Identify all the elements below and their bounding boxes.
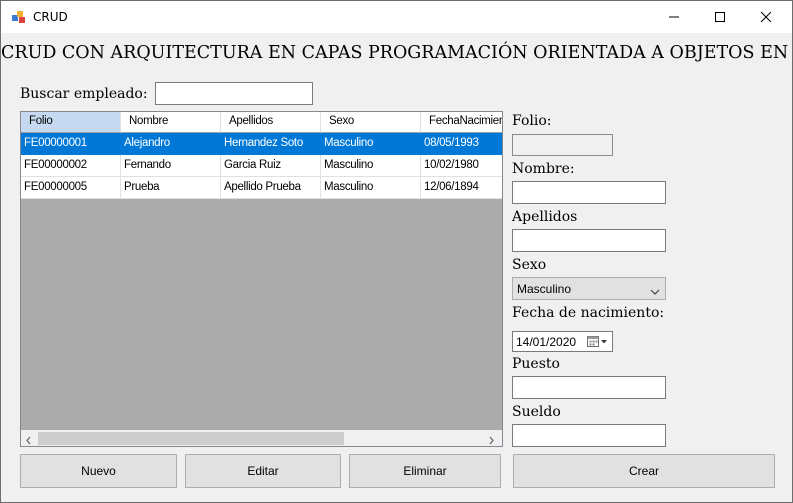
table-row[interactable]: FE00000002 Fernando Garcia Ruiz Masculin…	[21, 155, 502, 177]
crear-button[interactable]: Crear	[513, 454, 775, 488]
apellidos-label: Apellidos	[512, 209, 578, 225]
grid-header-row: Folio Nombre Apellidos Sexo FechaNacimie…	[21, 112, 502, 133]
window-title: CRUD	[33, 10, 68, 24]
maximize-button[interactable]	[697, 1, 743, 33]
cell-sexo[interactable]: Masculino	[321, 155, 421, 177]
chevron-down-icon	[650, 285, 660, 299]
cell-fecha[interactable]: 08/05/1993	[421, 133, 502, 155]
cell-fecha[interactable]: 12/06/1894	[421, 177, 502, 199]
cell-apellidos[interactable]: Hernandez Soto	[221, 133, 321, 155]
cell-folio[interactable]: FE00000002	[21, 155, 121, 177]
sexo-select-value: Masculino	[517, 282, 572, 296]
cell-folio[interactable]: FE00000001	[21, 133, 121, 155]
search-input[interactable]	[155, 82, 313, 105]
maximize-icon	[715, 12, 725, 22]
column-header-fecha[interactable]: FechaNacimiento	[421, 112, 502, 133]
scroll-left-icon[interactable]	[24, 433, 38, 445]
grid-viewport: Folio Nombre Apellidos Sexo FechaNacimie…	[21, 112, 502, 430]
calendar-dropdown-icon[interactable]	[587, 335, 609, 351]
close-icon	[760, 11, 772, 23]
sexo-select[interactable]: Masculino	[512, 277, 666, 300]
puesto-label: Puesto	[512, 356, 560, 372]
column-header-nombre[interactable]: Nombre	[121, 112, 221, 133]
cell-nombre[interactable]: Fernando	[121, 155, 221, 177]
scrollbar-thumb[interactable]	[38, 432, 344, 445]
folio-field[interactable]	[512, 134, 613, 156]
folio-label: Folio:	[512, 113, 552, 129]
table-row[interactable]: FE00000005 Prueba Apellido Prueba Mascul…	[21, 177, 502, 199]
column-header-apellidos[interactable]: Apellidos	[221, 112, 321, 133]
main-window: CRUD CRUD CON ARQUITECTURA EN CAPAS PROG…	[0, 0, 793, 503]
minimize-icon	[669, 16, 679, 18]
fecha-picker[interactable]: 14/01/2020	[512, 331, 613, 352]
cell-sexo[interactable]: Masculino	[321, 177, 421, 199]
cell-fecha[interactable]: 10/02/1980	[421, 155, 502, 177]
scroll-right-icon[interactable]	[486, 433, 500, 445]
column-header-folio[interactable]: Folio	[21, 112, 121, 133]
app-icon	[12, 10, 26, 24]
nombre-field[interactable]	[512, 181, 666, 204]
cell-nombre[interactable]: Alejandro	[121, 133, 221, 155]
puesto-field[interactable]	[512, 376, 666, 399]
cell-nombre[interactable]: Prueba	[121, 177, 221, 199]
apellidos-field[interactable]	[512, 229, 666, 252]
editar-button[interactable]: Editar	[185, 454, 341, 488]
horizontal-scrollbar[interactable]	[21, 430, 502, 446]
employee-grid[interactable]: Folio Nombre Apellidos Sexo FechaNacimie…	[20, 111, 503, 447]
title-bar[interactable]: CRUD	[1, 1, 792, 33]
nuevo-button[interactable]: Nuevo	[20, 454, 177, 488]
minimize-button[interactable]	[651, 1, 697, 33]
close-button[interactable]	[743, 1, 789, 33]
nombre-label: Nombre:	[512, 161, 575, 177]
sueldo-field[interactable]	[512, 424, 666, 447]
column-header-sexo[interactable]: Sexo	[321, 112, 421, 133]
fecha-label: Fecha de nacimiento:	[512, 305, 665, 321]
cell-apellidos[interactable]: Garcia Ruiz	[221, 155, 321, 177]
sexo-label: Sexo	[512, 257, 547, 273]
page-title: CRUD CON ARQUITECTURA EN CAPAS PROGRAMAC…	[1, 43, 793, 63]
table-row[interactable]: FE00000001 Alejandro Hernandez Soto Masc…	[21, 133, 502, 155]
sueldo-label: Sueldo	[512, 404, 561, 420]
cell-folio[interactable]: FE00000005	[21, 177, 121, 199]
eliminar-button[interactable]: Eliminar	[349, 454, 501, 488]
cell-apellidos[interactable]: Apellido Prueba	[221, 177, 321, 199]
search-label: Buscar empleado:	[20, 86, 148, 102]
fecha-value: 14/01/2020	[516, 335, 577, 349]
cell-sexo[interactable]: Masculino	[321, 133, 421, 155]
